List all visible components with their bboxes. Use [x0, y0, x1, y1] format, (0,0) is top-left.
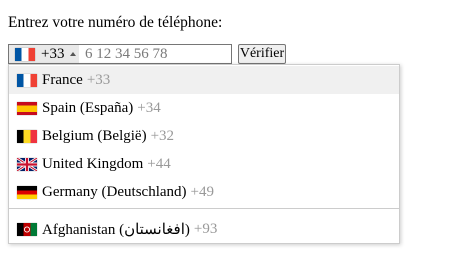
flag-united-kingdom-icon: [17, 157, 37, 171]
country-dropdown-list[interactable]: France +33 Spain (España) +34 Belgium (B…: [8, 64, 400, 244]
country-option-name: Germany (Deutschland): [42, 183, 187, 200]
page: Entrez votre numéro de téléphone: +33 Vé…: [0, 0, 474, 275]
country-option-code: +93: [193, 220, 218, 237]
country-option-code: +32: [150, 127, 175, 144]
dropdown-divider: [9, 208, 399, 209]
country-code-selector[interactable]: +33: [9, 45, 79, 63]
verify-button[interactable]: Vérifier: [238, 44, 286, 64]
country-option-code: +33: [86, 71, 111, 88]
country-option-name: France: [42, 71, 83, 88]
country-option-afghanistan[interactable]: Afghanistan (‫افغانستان‬‎) +93: [9, 215, 399, 243]
country-option-spain[interactable]: Spain (España) +34: [9, 94, 399, 122]
country-option-code: +44: [147, 155, 171, 172]
country-option-code: +49: [190, 183, 214, 200]
flag-spain-icon: [17, 101, 37, 115]
selected-dial-code: +33: [41, 46, 65, 62]
country-option-united-kingdom[interactable]: United Kingdom +44: [9, 150, 399, 178]
flag-france-icon: [15, 47, 35, 61]
country-option-name: Belgium (België): [42, 127, 147, 144]
country-option-france[interactable]: France +33: [9, 66, 399, 94]
country-option-code: +34: [137, 99, 161, 116]
chevron-up-icon: [70, 52, 77, 56]
flag-germany-icon: [17, 185, 37, 199]
flag-france-icon: [17, 73, 37, 87]
phone-prompt-label: Entrez votre numéro de téléphone:: [8, 14, 223, 31]
country-option-germany[interactable]: Germany (Deutschland) +49: [9, 178, 399, 206]
country-option-name: Spain (España): [42, 99, 134, 116]
phone-number-input[interactable]: [85, 45, 229, 63]
phone-field: +33: [8, 44, 232, 64]
country-option-name: Afghanistan (‫افغانستان‬‎): [42, 221, 190, 238]
flag-belgium-icon: [17, 129, 37, 143]
country-option-name: United Kingdom: [42, 155, 144, 172]
flag-afghanistan-icon: [17, 222, 37, 236]
country-option-belgium[interactable]: Belgium (België) +32: [9, 122, 399, 150]
